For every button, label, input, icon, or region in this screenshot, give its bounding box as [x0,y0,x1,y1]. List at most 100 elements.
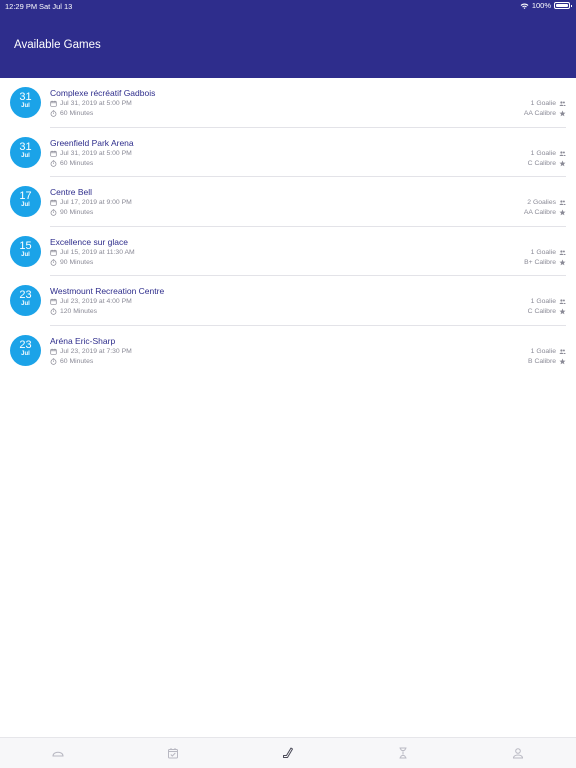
duration-text: 60 Minutes [60,159,94,167]
tab-hourglass[interactable] [383,738,423,768]
game-row[interactable]: 15 Jul Excellence sur glace Jul 15, 2019 at… [0,227,576,277]
goalies-needed: 1 Goalie [531,249,566,256]
date-day: 23 [19,338,32,351]
date-day: 31 [19,91,32,103]
datetime-text: Jul 31, 2019 at 5:00 PM [60,149,132,157]
datetime-text: Jul 23, 2019 at 4:00 PM [60,298,132,305]
game-row[interactable]: 23 Jul Aréna Eric-Sharp Jul 23, 2019 at 7:3… [0,326,576,376]
venue-name: Complexe récréatif Gadbois [50,88,156,98]
venue-name: Excellence sur glace [50,236,128,247]
datetime-text: Jul 31, 2019 at 5:00 PM [60,100,132,107]
calibre: AA Calibre [524,209,566,216]
game-datetime: Jul 23, 2019 at 4:00 PM [50,298,132,305]
calendar-icon [50,199,57,206]
page-title: Available Games [14,39,101,51]
people-icon [559,348,566,355]
game-duration: 120 Minutes [50,308,97,315]
duration-text: 60 Minutes [60,357,94,365]
duration-text: 120 Minutes [60,308,98,315]
datetime-text: Jul 15, 2019 at 11:30 AM [60,248,135,256]
goalies-needed: 1 Goalie [531,298,566,305]
status-time: 12:29 PM [5,2,38,11]
goalies-needed: 2 Goalies [527,199,566,206]
status-indicators: 100% [520,1,572,10]
hockey-stick-icon [282,747,293,758]
goalies-needed: 1 Goalie [531,150,566,157]
stopwatch-icon [50,110,57,117]
date-badge: 23 Jul [10,334,41,366]
tab-rink[interactable] [38,738,78,768]
game-datetime: Jul 15, 2019 at 11:30 AM [50,249,135,256]
tab-hockey-stick[interactable] [268,738,308,768]
game-duration: 60 Minutes [50,160,93,167]
goalies-needed: 1 Goalie [531,100,566,107]
screen: 12:29 PM Sat Jul 13 100% Available Games… [0,0,576,768]
duration-text: 90 Minutes [60,209,94,216]
star-icon [559,209,566,216]
game-datetime: Jul 31, 2019 at 5:00 PM [50,100,132,107]
venue-name: Aréna Eric-Sharp [50,335,116,346]
calendar-icon [50,100,57,107]
game-row[interactable]: 17 Jul Centre Bell Jul 17, 2019 at 9:00 PM 9… [0,177,576,227]
date-month: Jul [21,152,30,159]
date-badge: 17 Jul [10,186,41,217]
star-icon [559,308,566,315]
profile-icon [513,748,524,759]
goalies-text: 1 Goalie [530,100,556,107]
venue-name: Westmount Recreation Centre [50,286,165,296]
calibre-text: C Calibre [527,308,556,315]
date-month: Jul [21,202,30,208]
game-duration: 90 Minutes [50,259,93,266]
goalies-text: 1 Goalie [530,298,556,305]
date-badge: 31 Jul [10,136,41,168]
games-list: 31 Jul Complexe récréatif Gadbois Jul 31, 2… [0,78,576,375]
date-month: Jul [21,350,30,357]
calendar-icon [50,249,57,256]
people-icon [559,199,566,206]
goalies-text: 1 Goalie [530,248,556,256]
game-row[interactable]: 31 Jul Complexe récréatif Gadbois Jul 31, 2… [0,78,576,128]
tab-profile[interactable] [498,738,538,768]
status-bar: 12:29 PM Sat Jul 13 100% [0,0,576,12]
people-icon [559,298,566,305]
calibre-text: B+ Calibre [524,258,556,266]
calibre-text: B Calibre [528,357,556,365]
calibre: AA Calibre [524,110,566,117]
people-icon [559,150,566,157]
goalies-needed: 1 Goalie [531,348,566,355]
date-day: 15 [19,239,32,252]
venue-name: Greenfield Park Arena [50,137,134,148]
battery-percent: 100% [531,1,551,10]
star-icon [559,160,566,167]
rink-icon [52,751,64,757]
date-badge: 15 Jul [10,235,41,267]
date-day: 23 [19,289,32,301]
stopwatch-icon [50,209,57,216]
people-icon [559,100,566,107]
date-month: Jul [21,103,30,109]
datetime-text: Jul 23, 2019 at 7:30 PM [60,347,132,355]
calibre: C Calibre [528,308,566,315]
game-row[interactable]: 31 Jul Greenfield Park Arena Jul 31, 2019 a… [0,128,576,178]
duration-text: 90 Minutes [60,258,94,266]
star-icon [559,259,566,266]
date-day: 17 [19,190,32,202]
game-datetime: Jul 31, 2019 at 5:00 PM [50,150,132,157]
calibre: B Calibre [528,358,566,365]
goalies-text: 1 Goalie [530,149,556,157]
stopwatch-icon [50,159,57,167]
game-duration: 60 Minutes [50,110,93,117]
wifi-icon [520,2,529,9]
venue-name: Centre Bell [50,187,93,197]
game-datetime: Jul 23, 2019 at 7:30 PM [50,348,132,355]
game-duration: 90 Minutes [50,209,93,216]
tab-calendar-check[interactable] [153,738,193,768]
date-day: 31 [19,140,32,153]
game-duration: 60 Minutes [50,358,93,365]
battery-icon [554,2,572,9]
calibre: C Calibre [528,160,566,167]
game-datetime: Jul 17, 2019 at 9:00 PM [50,199,132,206]
date-badge: 23 Jul [10,285,41,316]
calendar-check-icon [167,748,178,759]
game-row[interactable]: 23 Jul Westmount Recreation Centre Jul 23, … [0,276,576,326]
